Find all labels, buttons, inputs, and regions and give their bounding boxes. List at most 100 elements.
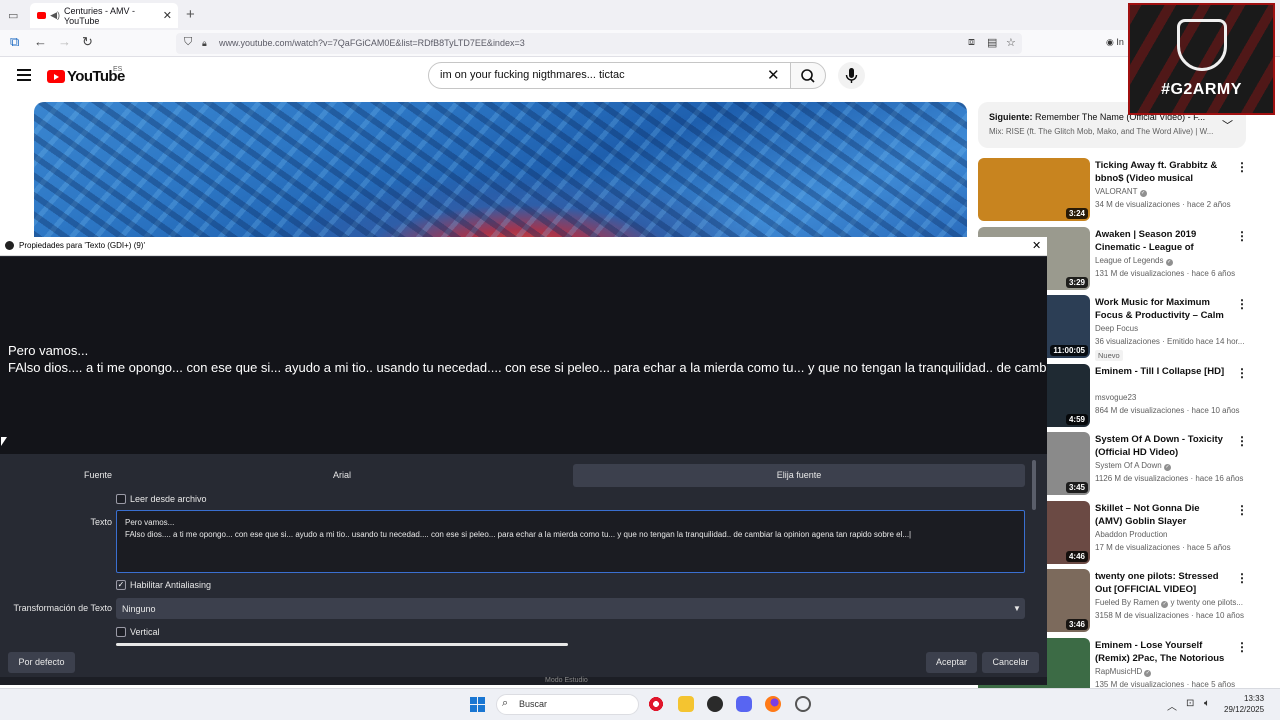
more-options-icon[interactable]: ⋮ (1236, 160, 1248, 174)
channel-name[interactable]: RapMusicHD ✓ (1095, 667, 1152, 677)
browser-tab[interactable]: ◀) Centuries - AMV - YouTube ✕ (30, 3, 178, 28)
video-title[interactable]: Ticking Away ft. Grabbitz & bbno$ (Video… (1095, 159, 1225, 186)
video-thumbnail[interactable]: 3:24 (978, 158, 1090, 221)
more-options-icon[interactable]: ⋮ (1236, 297, 1248, 311)
verified-icon: ✓ (1161, 601, 1169, 608)
channel-name[interactable]: Fueled By Ramen ✓ y twenty one pilots... (1095, 598, 1243, 608)
obs-background-strip: Modo Estudio (0, 677, 1047, 685)
video-meta: 34 M de visualizaciones · hace 2 años (1095, 200, 1231, 209)
tab-list-icon[interactable]: ▭ (8, 9, 18, 22)
g2-logo-icon (1177, 19, 1227, 71)
picture-in-picture-icon[interactable]: ⧈ (968, 36, 975, 49)
vertical-label[interactable]: Vertical (130, 627, 160, 637)
opera-icon[interactable] (648, 696, 664, 712)
studio-mode-text: Modo Estudio (545, 677, 588, 684)
file-explorer-icon[interactable] (678, 696, 694, 712)
video-duration: 3:24 (1065, 208, 1088, 219)
search-button[interactable] (790, 62, 826, 89)
obs-app-icon (5, 241, 14, 250)
accept-button[interactable]: Aceptar (926, 652, 977, 673)
channel-name[interactable]: Deep Focus (1095, 324, 1138, 333)
bookmark-star-icon[interactable]: ☆ (1006, 36, 1016, 49)
taskbar-clock[interactable]: 13:33 29/12/2025 (1224, 693, 1264, 715)
more-options-icon[interactable]: ⋮ (1236, 640, 1248, 654)
reload-icon[interactable]: ↻ (82, 34, 93, 50)
horizontal-scrollbar[interactable] (116, 643, 568, 646)
related-video-item[interactable]: 3:24 Ticking Away ft. Grabbitz & bbno$ (V… (978, 158, 1248, 222)
channel-name[interactable]: VALORANT ✓ (1095, 187, 1147, 197)
choose-font-button[interactable]: Elija fuente (573, 464, 1025, 487)
more-options-icon[interactable]: ⋮ (1236, 366, 1248, 380)
read-from-file-label[interactable]: Leer desde archivo (130, 494, 207, 504)
settings-gear-icon[interactable] (795, 696, 811, 712)
video-title[interactable]: Eminem - Lose Yourself (Remix) 2Pac, The… (1095, 639, 1225, 666)
volume-icon[interactable]: 🔈︎ (1204, 698, 1210, 709)
more-options-icon[interactable]: ⋮ (1236, 571, 1248, 585)
shield-icon[interactable]: ⛉ (184, 36, 192, 49)
menu-icon[interactable] (17, 69, 31, 84)
video-title[interactable]: twenty one pilots: Stressed Out [OFFICIA… (1095, 570, 1225, 596)
video-duration: 4:46 (1065, 551, 1088, 562)
video-duration: 3:29 (1065, 277, 1088, 288)
discord-icon[interactable] (736, 696, 752, 712)
channel-name[interactable]: System Of A Down ✓ (1095, 461, 1171, 471)
more-options-icon[interactable]: ⋮ (1236, 229, 1248, 243)
back-icon[interactable]: ← (34, 34, 47, 49)
dialog-titlebar[interactable] (0, 237, 1047, 256)
preview-line: Pero vamos... (8, 343, 89, 358)
text-input[interactable]: Pero vamos... FAlso dios.... a ti me opo… (116, 510, 1025, 573)
lock-icon[interactable]: 🔒︎ (202, 38, 207, 49)
profile-button[interactable]: ◉ In (1106, 37, 1124, 48)
cancel-button[interactable]: Cancelar (982, 652, 1039, 673)
read-from-file-checkbox[interactable] (116, 494, 126, 504)
sidebar-toggle-icon[interactable]: ⧉ (10, 34, 19, 50)
new-tab-icon[interactable]: + (186, 6, 195, 23)
firefox-icon[interactable] (765, 696, 781, 712)
properties-scrollbar[interactable] (1032, 460, 1036, 510)
antialiasing-label[interactable]: Habilitar Antialiasing (130, 580, 211, 590)
text-label: Texto (90, 517, 112, 527)
more-options-icon[interactable]: ⋮ (1236, 434, 1248, 448)
next-playlist-subtitle: Mix: RISE (ft. The Glitch Mob, Mako, and… (989, 127, 1214, 136)
taskbar-search[interactable] (496, 694, 639, 715)
video-title[interactable]: Work Music for Maximum Focus & Productiv… (1095, 296, 1225, 323)
video-title[interactable]: Skillet – Not Gonna Die (AMV) Goblin Sla… (1095, 502, 1225, 528)
clear-search-icon[interactable]: ✕ (767, 66, 780, 84)
profile-label: In (1116, 37, 1124, 47)
video-player[interactable] (34, 102, 967, 238)
transform-label: Transformación de Texto (13, 603, 112, 613)
forward-icon[interactable]: → (58, 34, 71, 49)
close-tab-icon[interactable]: ✕ (163, 9, 172, 22)
clock-time: 13:33 (1244, 694, 1265, 703)
antialiasing-checkbox[interactable]: ✓ (116, 580, 126, 590)
url-text[interactable]: www.youtube.com/watch?v=7QaFGiCAM0E&list… (219, 38, 525, 48)
reader-view-icon[interactable]: ▤ (987, 36, 997, 49)
verified-icon: ✓ (1165, 259, 1173, 266)
text-transform-select[interactable] (116, 598, 1025, 619)
g2-logo-text: #G2ARMY (1161, 81, 1242, 98)
network-icon[interactable]: ⊡ (1186, 698, 1194, 709)
obs-studio-icon[interactable] (707, 696, 723, 712)
vertical-checkbox[interactable] (116, 627, 126, 637)
defaults-button[interactable]: Por defecto (8, 652, 75, 673)
verified-icon: ✓ (1144, 670, 1152, 677)
speaker-icon[interactable]: ◀) (50, 10, 60, 21)
microphone-icon (845, 68, 858, 83)
video-title[interactable]: Awaken | Season 2019 Cinematic - League … (1095, 228, 1225, 255)
text-transform-value: Ninguno (122, 604, 156, 614)
channel-name[interactable]: Abaddon Production (1095, 530, 1168, 539)
close-dialog-icon[interactable]: ✕ (1032, 239, 1041, 252)
search-icon (801, 69, 815, 83)
voice-search-button[interactable] (838, 62, 865, 89)
dropdown-arrow-icon[interactable]: ▼ (1013, 604, 1021, 613)
chevron-down-icon[interactable]: ﹀ (1222, 117, 1233, 133)
channel-name[interactable]: League of Legends ✓ (1095, 256, 1173, 266)
video-title[interactable]: Eminem - Till I Collapse [HD] (1095, 365, 1225, 378)
search-query[interactable]: im on your fucking nigthmares... tictac (440, 69, 625, 81)
tray-chevron-icon[interactable]: ︿ (1167, 698, 1177, 713)
channel-name[interactable]: msvogue23 (1095, 393, 1136, 402)
video-meta: 1126 M de visualizaciones · hace 16 años (1095, 474, 1244, 483)
more-options-icon[interactable]: ⋮ (1236, 503, 1248, 517)
video-title[interactable]: System Of A Down - Toxicity (Official HD… (1095, 433, 1225, 459)
windows-start-icon[interactable] (470, 697, 485, 712)
